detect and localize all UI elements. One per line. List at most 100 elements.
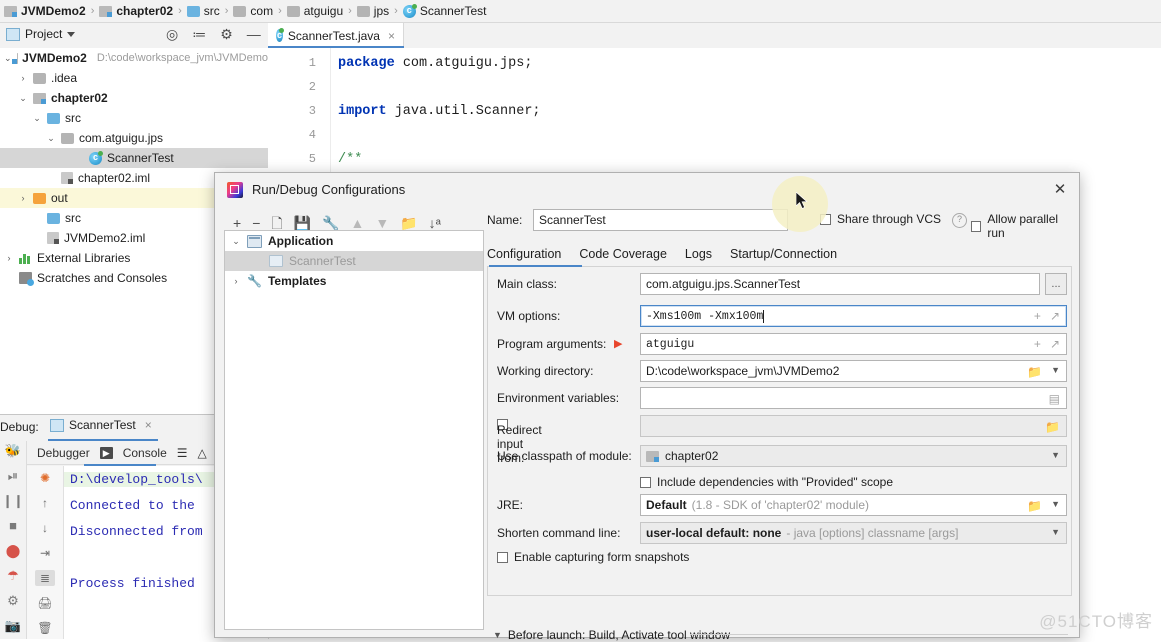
form-snapshots-checkbox[interactable]: Enable capturing form snapshots [497,550,689,564]
tab-startup-connection[interactable]: Startup/Connection [730,247,837,261]
tree-item-com-atguigu-jps[interactable]: ⌄ com.atguigu.jps [0,128,268,148]
chevron-down-icon[interactable]: ⌄ [231,236,241,247]
soft-wrap-icon[interactable]: ⇥ [40,545,50,561]
include-dependencies-checkbox[interactable]: Include dependencies with "Provided" sco… [640,475,893,489]
console-action-toolbar[interactable]: ✺ ↑ ↓ ⇥ ≣ 🖨 🗑 [27,466,64,639]
rerun-icon[interactable]: ✺ [40,470,50,486]
edit-templates-icon[interactable]: 🔧 [322,215,339,231]
vm-options-input[interactable]: -Xms100m -Xmx100m + ↗ [640,305,1067,327]
chevron-down-icon[interactable]: ⌄ [32,113,42,124]
collapse-all-icon[interactable]: ≔ [192,26,206,42]
chevron-right-icon[interactable]: › [231,276,241,286]
dialog-close-button[interactable]: ✕ [1052,182,1068,198]
screenshot-icon[interactable]: 📷 [5,618,21,634]
allow-parallel-checkbox[interactable]: Allow parallel run [971,212,1072,240]
breadcrumb-item-chapter02[interactable]: chapter02 [97,4,175,18]
print-icon[interactable]: 🖨 [37,595,52,611]
chevron-down-icon[interactable]: ▼ [493,630,502,640]
classpath-module-select[interactable]: chapter02 ▼ [640,445,1067,467]
bug-icon[interactable]: 🐝 [5,443,21,459]
environment-variables-input[interactable]: ▤ [640,387,1067,409]
down-icon[interactable]: ↓ [42,520,48,536]
minimize-icon[interactable]: — [247,26,261,42]
close-icon[interactable]: × [388,29,395,43]
help-icon[interactable]: ? [952,213,967,228]
program-arguments-input[interactable]: atguigu + ↗ [640,333,1067,355]
chevron-down-icon[interactable]: ⌄ [18,93,28,104]
config-tree-item-templates[interactable]: › 🔧 Templates [225,271,483,291]
tree-item-src[interactable]: ⌄ src [0,108,268,128]
remove-icon[interactable]: − [252,215,260,231]
tab-code-coverage[interactable]: Code Coverage [579,247,667,261]
project-toolwindow-selector[interactable]: Project [6,27,76,41]
chevron-right-icon[interactable]: › [18,193,28,203]
before-launch-section[interactable]: ▼ Before launch: Build, Activate tool wi… [493,628,730,642]
locate-icon[interactable]: ◎ [166,26,178,42]
chevron-down-icon[interactable]: ⌄ [4,53,12,64]
expand-icon[interactable]: ↗ [1050,337,1060,351]
resume-icon[interactable]: ⏯ [8,468,18,484]
clear-all-icon[interactable]: 🗑 [37,620,52,636]
chevron-down-icon[interactable]: ▼ [1051,527,1060,537]
configurations-tree[interactable]: ⌄ Application ScannerTest › 🔧 Templates [224,230,484,630]
sort-icon[interactable]: ↓ᵃ [429,215,441,231]
editor-tab-scannertest[interactable]: ScannerTest.java × [268,23,404,48]
add-macro-icon[interactable]: + [1034,309,1041,323]
chevron-right-icon[interactable]: › [18,73,28,83]
edit-env-icon[interactable]: ▤ [1049,392,1060,406]
copy-icon[interactable]: 🗋 [271,215,282,231]
checkbox-icon[interactable] [497,551,508,563]
name-input[interactable]: ScannerTest [533,209,788,231]
tree-item--idea[interactable]: › .idea [0,68,268,88]
move-up-icon[interactable]: ▲ [351,215,365,231]
pause-icon[interactable]: ❙❙ [2,493,24,509]
scroll-to-end-icon[interactable]: ≣ [35,570,55,586]
redirect-input-field[interactable]: 📁 [640,415,1067,437]
chevron-right-icon[interactable]: › [4,253,14,263]
shorten-command-line-select[interactable]: user-local default: none - java [options… [640,522,1067,544]
restore-layout-icon[interactable]: △ [198,446,207,460]
config-tree-item-scannertest[interactable]: ScannerTest [225,251,483,271]
stop-icon[interactable]: ■ [9,518,17,534]
chevron-down-icon[interactable] [67,31,76,37]
browse-folder-icon[interactable]: 📁 [1027,365,1042,379]
breadcrumb-item-scannertest[interactable]: ScannerTest [401,3,489,18]
checkbox-icon[interactable] [971,220,982,232]
tab-logs[interactable]: Logs [685,247,712,261]
tree-item-chapter02[interactable]: ⌄ chapter02 [0,88,268,108]
settings-icon[interactable]: ⚙ [7,593,19,609]
tree-item-scannertest[interactable]: · ScannerTest [0,148,268,168]
close-icon[interactable]: × [145,418,152,432]
breadcrumb-item-atguigu[interactable]: atguigu [285,4,345,18]
browse-folder-icon[interactable]: 📁 [1045,420,1060,434]
gear-icon[interactable]: ⚙ [220,26,233,42]
redirect-input-checkbox[interactable]: Redirect input from: [497,419,542,465]
chevron-down-icon[interactable]: ▼ [1051,365,1060,379]
tab-configuration[interactable]: Configuration [487,247,561,261]
main-class-input[interactable]: com.atguigu.jps.ScannerTest [640,273,1040,295]
new-folder-icon[interactable]: 📁 [400,215,417,231]
breadcrumb-item-com[interactable]: com [231,4,275,18]
tree-item-jvmdemo2[interactable]: ⌄ JVMDemo2 D:\code\workspace_jvm\JVMDemo [0,48,268,68]
debug-action-toolbar[interactable]: 🐝 ⏯ ❙❙ ■ ⬤ ☂ ⚙ 📷 [0,441,27,639]
browse-main-class-button[interactable]: ... [1045,273,1067,295]
share-vcs-checkbox[interactable]: Share through VCS [820,212,941,226]
working-directory-input[interactable]: D:\code\workspace_jvm\JVMDemo2 📁 ▼ [640,360,1067,382]
mute-breakpoints-icon[interactable]: ☂ [7,568,19,584]
breadcrumb-item-jvmdemo2[interactable]: JVMDemo2 [2,4,88,18]
debug-subtab-debugger[interactable]: Debugger [37,446,90,460]
add-icon[interactable]: + [233,215,241,231]
browse-folder-icon[interactable]: 📁 [1027,499,1042,513]
up-icon[interactable]: ↑ [42,495,48,511]
breadcrumb-item-jps[interactable]: jps [355,4,391,18]
debug-session-tab[interactable]: ScannerTest × [50,418,152,432]
move-down-icon[interactable]: ▼ [375,215,389,231]
add-macro-icon[interactable]: + [1034,337,1041,351]
breadcrumb-item-src[interactable]: src [185,4,222,18]
debug-subtab-console[interactable]: Console [123,446,167,460]
expand-icon[interactable]: ↗ [1050,309,1060,323]
chevron-down-icon[interactable]: ⌄ [46,133,56,144]
chevron-down-icon[interactable]: ▼ [1051,450,1060,460]
chevron-down-icon[interactable]: ▼ [1051,499,1060,513]
jre-select[interactable]: Default (1.8 - SDK of 'chapter02' module… [640,494,1067,516]
